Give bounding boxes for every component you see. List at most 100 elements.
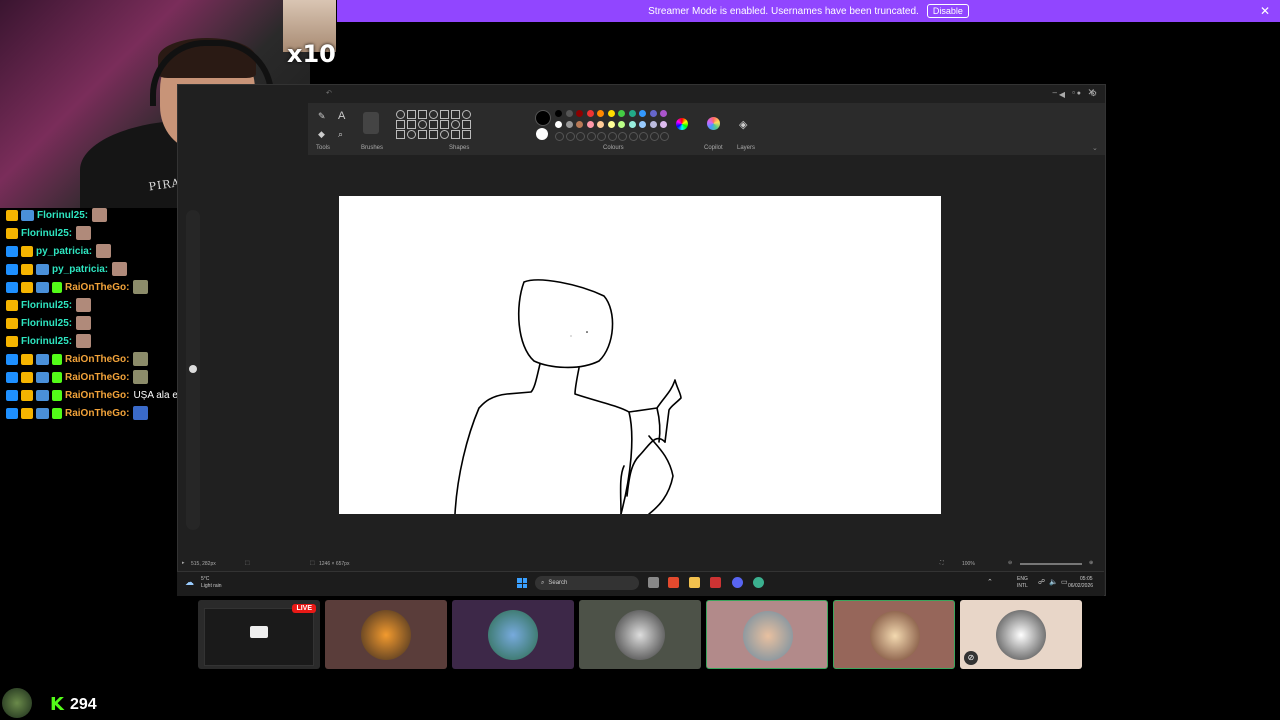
colour-swatch[interactable]: [607, 121, 615, 128]
shape-option[interactable]: [418, 110, 427, 119]
zoom-level[interactable]: 100%: [962, 561, 975, 567]
colour-swatch[interactable]: [639, 121, 646, 128]
colour-swatch[interactable]: [649, 132, 659, 141]
settings-gear-icon[interactable]: ⚙: [1090, 89, 1097, 98]
edit-colours-icon[interactable]: [676, 118, 688, 130]
shape-option[interactable]: [418, 120, 427, 129]
chat-username[interactable]: Florinul25:: [21, 336, 72, 347]
shape-option[interactable]: [462, 120, 471, 129]
colour-swatch[interactable]: [639, 132, 648, 141]
text-tool-icon[interactable]: A: [338, 110, 345, 122]
shape-option[interactable]: [396, 130, 405, 139]
chat-username[interactable]: Florinul25:: [21, 318, 72, 329]
paint-app-icon[interactable]: [753, 577, 764, 588]
colour-swatch[interactable]: [607, 110, 615, 117]
colour-swatch[interactable]: [586, 132, 596, 141]
shape-option[interactable]: [396, 110, 405, 119]
shape-option[interactable]: [451, 130, 460, 139]
chevron-down-icon[interactable]: ⌄: [1092, 144, 1098, 152]
task-view-icon[interactable]: [648, 577, 659, 588]
colour-swatch[interactable]: [607, 132, 617, 141]
account-icon[interactable]: ●: [1077, 90, 1081, 97]
colour-palette[interactable]: [555, 110, 670, 142]
share-icon[interactable]: ◀: [1059, 90, 1065, 99]
layers-icon[interactable]: ◈: [739, 118, 747, 131]
lang-layout[interactable]: INTL: [1017, 583, 1028, 589]
shape-option[interactable]: [429, 110, 438, 119]
zoom-in-icon[interactable]: ⊕: [1089, 560, 1093, 566]
brush-icon[interactable]: [363, 112, 379, 134]
shape-option[interactable]: [440, 110, 449, 119]
volume-icon[interactable]: 🔈: [1049, 578, 1058, 586]
chat-username[interactable]: RaiOnTheGo:: [65, 282, 129, 293]
colour-swatch[interactable]: [628, 110, 636, 117]
clock-date[interactable]: 06/02/2026: [1068, 583, 1093, 589]
secondary-colour[interactable]: [536, 128, 548, 140]
shape-option[interactable]: [407, 120, 416, 129]
chat-username[interactable]: RaiOnTheGo:: [65, 408, 129, 419]
taskbar-search[interactable]: ⌕ Search: [535, 576, 639, 590]
clock-time[interactable]: 05:05: [1080, 576, 1093, 582]
battery-icon[interactable]: ▭: [1061, 578, 1068, 586]
tile-screenshare[interactable]: LIVE: [198, 600, 320, 669]
chat-username[interactable]: RaiOnTheGo:: [65, 354, 129, 365]
shape-option[interactable]: [407, 110, 416, 119]
tray-chevron-icon[interactable]: ⌃: [987, 578, 993, 586]
tile-participant[interactable]: [452, 600, 574, 669]
colour-swatch[interactable]: [565, 110, 573, 117]
colour-swatch[interactable]: [628, 132, 638, 141]
app-icon[interactable]: [710, 577, 721, 588]
network-icon[interactable]: ☍: [1038, 578, 1045, 586]
shape-option[interactable]: [429, 130, 438, 139]
colour-swatch[interactable]: [649, 110, 657, 117]
colour-swatch[interactable]: [555, 132, 564, 141]
colour-swatch[interactable]: [555, 121, 562, 128]
chat-username[interactable]: py_patricia:: [36, 246, 92, 257]
primary-colour[interactable]: [535, 110, 551, 126]
shape-option[interactable]: [462, 130, 471, 139]
chat-username[interactable]: Florinul25:: [37, 210, 88, 221]
colour-swatch[interactable]: [618, 121, 625, 128]
brave-browser-icon[interactable]: [668, 577, 679, 588]
colour-swatch[interactable]: [660, 121, 667, 128]
file-explorer-icon[interactable]: [689, 577, 700, 588]
shape-option[interactable]: [396, 120, 405, 129]
colour-swatch[interactable]: [639, 110, 646, 117]
colour-swatch[interactable]: [555, 110, 562, 117]
tile-participant[interactable]: ⊘: [960, 600, 1082, 669]
colour-swatch[interactable]: [586, 110, 594, 117]
shapes-gallery[interactable]: [396, 110, 476, 142]
chat-username[interactable]: RaiOnTheGo:: [65, 390, 129, 401]
shape-option[interactable]: [407, 130, 416, 139]
weather-icon[interactable]: ☁: [185, 577, 194, 588]
shape-option[interactable]: [429, 120, 438, 129]
shape-option[interactable]: [440, 130, 449, 139]
windows-start-icon[interactable]: [517, 578, 527, 588]
minimize-icon[interactable]: –: [1053, 88, 1057, 97]
colour-swatch[interactable]: [576, 121, 583, 128]
close-icon[interactable]: ✕: [1260, 4, 1270, 18]
shape-option[interactable]: [451, 110, 460, 119]
undo-icon[interactable]: ↶: [326, 89, 332, 97]
brush-size-slider[interactable]: [186, 210, 200, 530]
chat-username[interactable]: py_patricia:: [52, 264, 108, 275]
disable-streamer-mode-button[interactable]: Disable: [926, 4, 969, 18]
maximize-icon[interactable]: ▫: [1072, 88, 1075, 97]
copilot-icon[interactable]: [707, 117, 720, 130]
tile-participant-speaking[interactable]: [833, 600, 955, 669]
shape-option[interactable]: [418, 130, 427, 139]
colour-swatch[interactable]: [618, 132, 627, 141]
chat-username[interactable]: Florinul25:: [21, 300, 72, 311]
tile-participant-speaking[interactable]: [706, 600, 828, 669]
drawing-canvas[interactable]: [339, 196, 941, 515]
zoom-out-icon[interactable]: ⊖: [1008, 560, 1012, 566]
tile-participant[interactable]: [325, 600, 447, 669]
shape-outline-fill[interactable]: [480, 112, 520, 140]
slider-thumb[interactable]: [189, 365, 197, 373]
lang-code[interactable]: ENG: [1017, 576, 1028, 582]
colour-swatch[interactable]: [576, 110, 583, 117]
fit-icon[interactable]: ⛶: [940, 560, 944, 566]
colour-swatch[interactable]: [565, 121, 573, 128]
chat-username[interactable]: RaiOnTheGo:: [65, 372, 129, 383]
colour-swatch[interactable]: [618, 110, 625, 117]
